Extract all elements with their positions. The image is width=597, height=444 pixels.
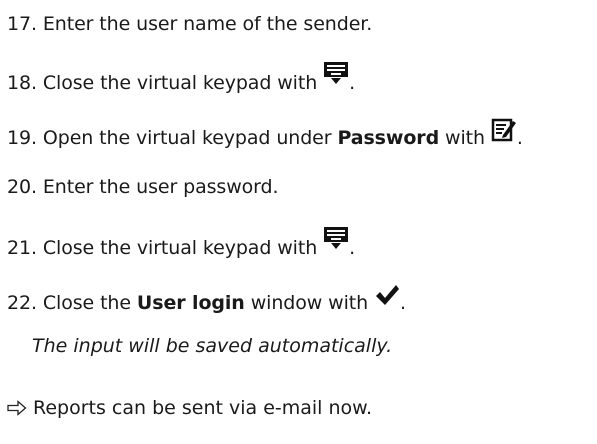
step-bold-term: Password: [337, 127, 440, 149]
step-22: 22. Close the User login window with .: [7, 285, 406, 315]
step-text: Open the virtual keypad under: [42, 127, 332, 149]
step-19: 19. Open the virtual keypad under Passwo…: [7, 118, 523, 150]
step-text: window with: [250, 292, 369, 314]
step-21: 21. Close the virtual keypad with .: [7, 227, 356, 260]
step-number: 18.: [7, 72, 37, 94]
step-18: 18. Close the virtual keypad with .: [7, 62, 356, 95]
result-line: Reports can be sent via e-mail now.: [7, 396, 372, 422]
instruction-document: 17. Enter the user name of the sender. 1…: [0, 0, 597, 444]
step-text: Close the virtual keypad with: [42, 72, 318, 94]
step-result-note: The input will be saved automatically.: [32, 335, 393, 357]
step-text: Enter the user name of the sender.: [42, 13, 373, 35]
punctuation: .: [349, 237, 356, 259]
result-arrow-icon: [7, 398, 27, 422]
edit-document-icon: [491, 118, 517, 142]
punctuation: .: [400, 292, 406, 314]
step-20: 20. Enter the user password.: [7, 175, 279, 199]
step-text: with: [445, 127, 485, 149]
step-bold-term: User login: [136, 292, 245, 314]
step-number: 17.: [7, 13, 37, 35]
keyboard-close-icon: [323, 226, 349, 250]
step-text: Close the: [42, 292, 131, 314]
keyboard-close-icon: [323, 61, 349, 85]
step-number: 19.: [7, 127, 37, 149]
step-text: Close the virtual keypad with: [42, 237, 318, 259]
step-number: 21.: [7, 237, 37, 259]
result-text: Reports can be sent via e-mail now.: [33, 397, 373, 419]
step-text: Enter the user password.: [42, 176, 279, 198]
step-number: 22.: [7, 292, 37, 314]
punctuation: .: [349, 72, 356, 94]
punctuation: .: [516, 127, 523, 149]
step-number: 20.: [7, 176, 37, 198]
checkmark-icon: [374, 283, 400, 307]
step-17: 17. Enter the user name of the sender.: [7, 12, 372, 36]
